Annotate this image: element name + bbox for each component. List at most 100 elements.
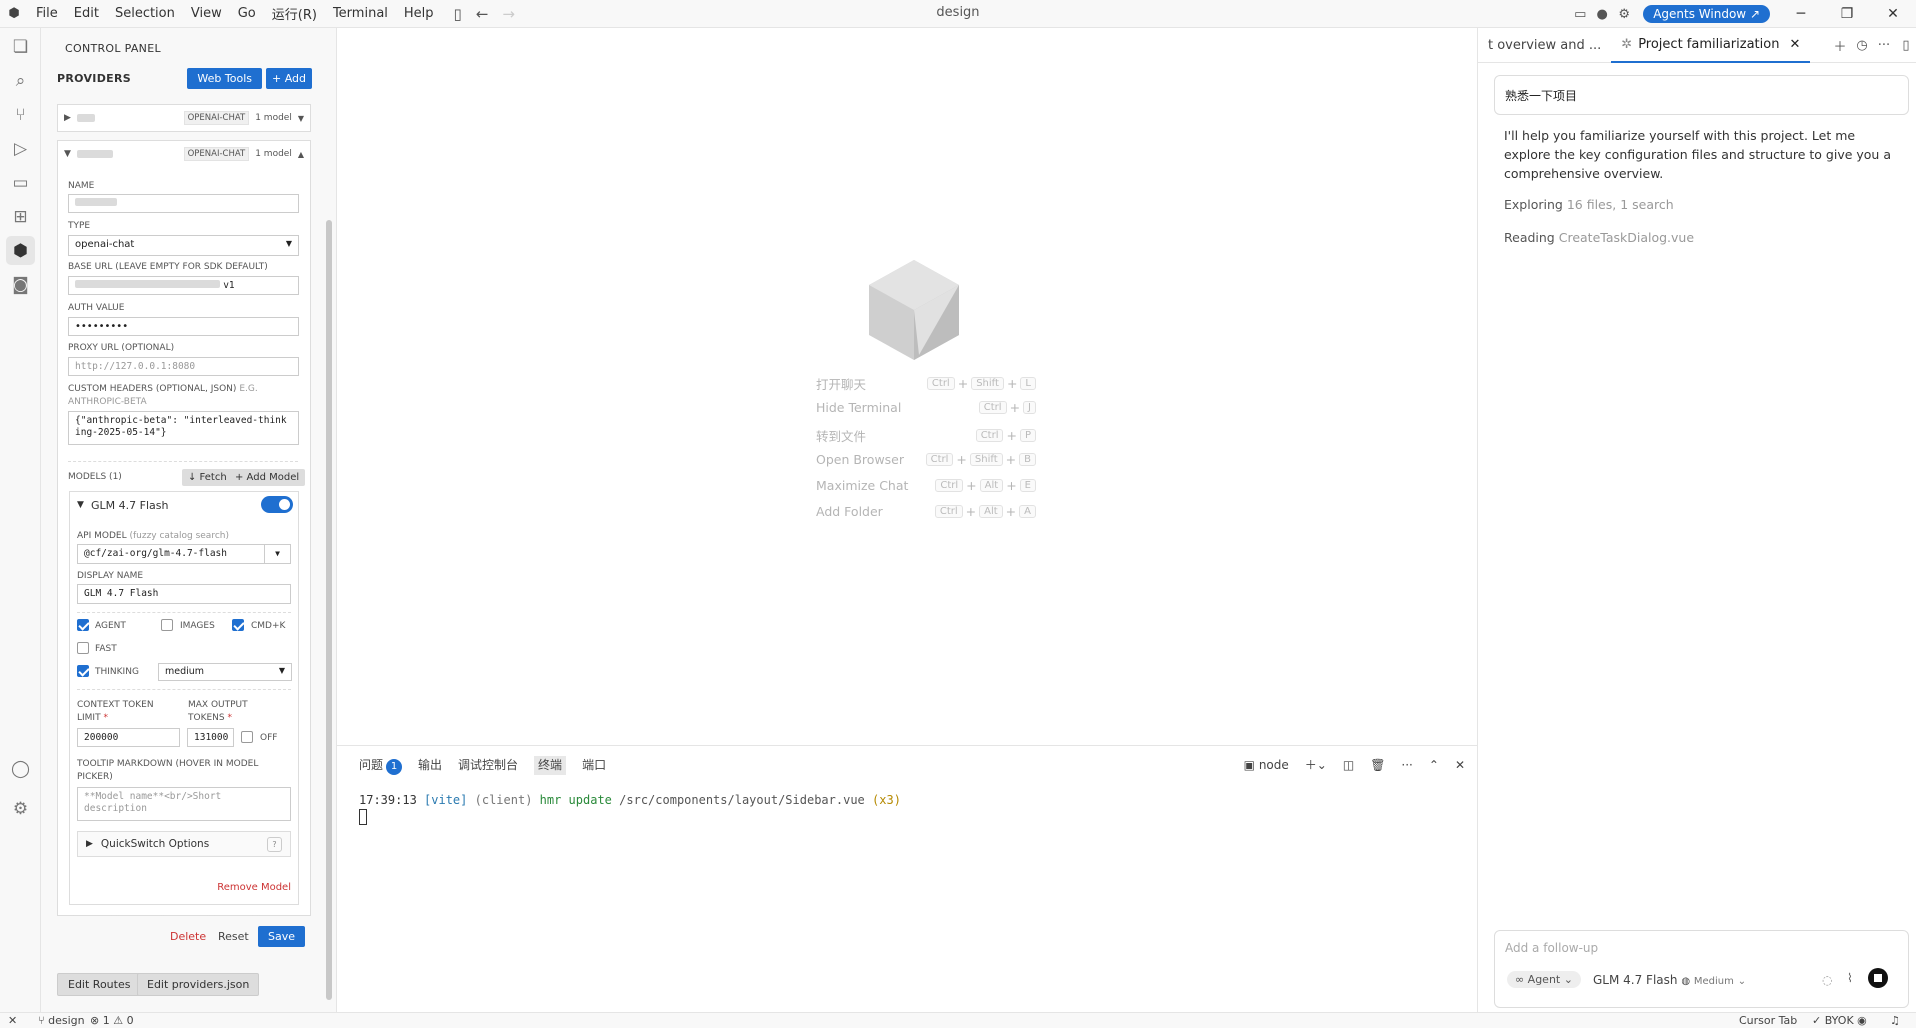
max-output-off-checkbox[interactable] <box>241 731 253 743</box>
remote-explorer-icon[interactable]: ▭ <box>6 168 35 197</box>
menu-go[interactable]: Go <box>230 6 264 21</box>
reset-button[interactable]: Reset <box>218 930 249 943</box>
fetch-models-button[interactable]: ↓ Fetch <box>182 469 233 486</box>
chevron-up-icon[interactable]: ▲ <box>298 150 304 159</box>
type-select[interactable]: openai-chat ▼ <box>68 235 299 256</box>
search-icon[interactable]: ⌕ <box>6 66 35 95</box>
panel-scrollbar[interactable] <box>325 60 333 1010</box>
menu-edit[interactable]: Edit <box>66 6 107 21</box>
api-model-dropdown-icon[interactable]: ▼ <box>264 545 290 563</box>
remove-model-link[interactable]: Remove Model <box>217 882 291 893</box>
chat-bubble-icon[interactable]: ● <box>1591 7 1613 22</box>
toggle-sidebar-icon[interactable]: ▯ <box>454 5 462 23</box>
new-chat-plus-icon[interactable]: ＋ <box>1829 36 1851 55</box>
thinking-select[interactable]: medium ▼ <box>158 663 292 681</box>
branch-indicator[interactable]: ⑂ design <box>38 1014 85 1027</box>
new-terminal-plus-icon[interactable]: ＋⌄ <box>1305 756 1327 773</box>
back-arrow-icon[interactable]: ← <box>476 5 489 23</box>
cmdk-checkbox[interactable] <box>232 619 244 631</box>
quickswitch-section[interactable]: ▶ QuickSwitch Options ? <box>77 831 291 857</box>
auth-field[interactable]: ••••••••• <box>68 317 299 336</box>
add-provider-button[interactable]: + Add <box>265 68 312 89</box>
menu-file[interactable]: File <box>28 6 66 21</box>
more-ellipsis-icon[interactable]: ··· <box>1873 38 1895 53</box>
cursor-tab-status[interactable]: Cursor Tab <box>1739 1014 1797 1027</box>
proxy-field[interactable]: http://127.0.0.1:8080 <box>68 357 299 376</box>
menu-selection[interactable]: Selection <box>107 6 183 21</box>
notifications-bell-icon[interactable]: ♫ <box>1890 1014 1900 1027</box>
context-limit-field[interactable]: 200000 <box>77 728 180 747</box>
tooltip-textarea[interactable]: **Model name**<br/>Short description <box>77 787 291 821</box>
follow-up-input[interactable]: Add a follow-up <box>1505 941 1598 955</box>
tab-output[interactable]: 输出 <box>418 756 442 775</box>
save-button[interactable]: Save <box>258 926 306 947</box>
menu-view[interactable]: View <box>183 6 230 21</box>
exploring-status[interactable]: Exploring 16 files, 1 search <box>1504 197 1674 212</box>
account-icon[interactable]: ◯ <box>6 754 35 783</box>
toggle-panel-icon[interactable]: ▯ <box>1895 38 1916 53</box>
control-panel-cube-icon[interactable]: ⬢ <box>6 236 35 265</box>
source-control-icon[interactable]: ⑂ <box>6 100 35 129</box>
menu-run[interactable]: 运行(R) <box>264 4 325 23</box>
chat-tab-overview[interactable]: t overview and ... <box>1478 28 1611 63</box>
attach-paperclip-icon[interactable]: ⌇ <box>1847 971 1853 985</box>
settings-gear-icon[interactable]: ⚙ <box>1613 7 1635 22</box>
layout-panel-icon[interactable]: ▭ <box>1569 7 1591 22</box>
robot-icon[interactable]: ◙ <box>6 270 35 299</box>
agents-window-button[interactable]: Agents Window ↗ <box>1643 5 1770 23</box>
more-ellipsis-icon[interactable]: ··· <box>1401 758 1412 772</box>
model-enabled-toggle[interactable] <box>261 496 293 513</box>
help-icon[interactable]: ? <box>267 836 282 852</box>
tab-ports[interactable]: 端口 <box>582 756 606 775</box>
problems-indicator[interactable]: ⊗ 1 ⚠ 0 <box>90 1014 134 1027</box>
edit-providers-json-button[interactable]: Edit providers.json <box>137 973 260 996</box>
provider-card-collapsed[interactable]: ▶ OPENAI-CHAT 1 model ▼ <box>57 104 311 132</box>
close-window-button[interactable]: ✕ <box>1870 6 1916 22</box>
add-model-button[interactable]: + Add Model <box>229 469 306 486</box>
agent-mode-selector[interactable]: ∞ Agent ⌄ <box>1507 971 1581 988</box>
chevron-down-icon[interactable]: ▼ <box>298 114 304 123</box>
history-clock-icon[interactable]: ◷ <box>1851 38 1873 53</box>
manage-gear-icon[interactable]: ⚙ <box>6 794 35 823</box>
thinking-checkbox[interactable] <box>77 665 89 677</box>
minimize-button[interactable]: ─ <box>1778 6 1824 22</box>
edit-routes-button[interactable]: Edit Routes <box>57 973 142 996</box>
extensions-icon[interactable]: ⊞ <box>6 202 35 231</box>
display-name-field[interactable]: GLM 4.7 Flash <box>77 584 291 604</box>
explorer-files-icon[interactable]: ❏ <box>6 32 35 61</box>
terminal-shell-selector[interactable]: ▣ node <box>1244 758 1289 772</box>
menu-terminal[interactable]: Terminal <box>325 6 396 21</box>
byok-status[interactable]: ✓ BYOK ◉ <box>1812 1014 1867 1027</box>
delete-provider-button[interactable]: Delete <box>170 930 206 943</box>
model-selector[interactable]: GLM 4.7 Flash ◍ Medium ⌄ <box>1593 973 1746 987</box>
chat-tab-project[interactable]: ✲ Project familiarization ✕ <box>1611 27 1811 63</box>
agent-checkbox[interactable] <box>77 619 89 631</box>
close-tab-icon[interactable]: ✕ <box>1789 37 1800 52</box>
expand-down-icon[interactable]: ▼ <box>64 149 71 159</box>
run-debug-icon[interactable]: ▷ <box>6 134 35 163</box>
api-model-field[interactable]: @cf/zai-org/glm-4.7-flash ▼ <box>77 544 291 564</box>
close-panel-icon[interactable]: ✕ <box>1455 758 1465 772</box>
name-field[interactable] <box>68 194 299 213</box>
tab-problems[interactable]: 问题 1 <box>359 756 403 775</box>
max-output-field[interactable]: 131000 <box>187 728 234 747</box>
tab-debug-console[interactable]: 调试控制台 <box>458 756 518 775</box>
forward-arrow-icon[interactable]: → <box>502 5 515 23</box>
split-terminal-icon[interactable]: ◫ <box>1343 758 1354 772</box>
stop-button[interactable] <box>1868 968 1888 988</box>
headers-textarea[interactable]: {"anthropic-beta": "interleaved-thinking… <box>68 411 299 445</box>
expand-right-icon[interactable]: ▶ <box>64 113 71 123</box>
menu-help[interactable]: Help <box>396 6 442 21</box>
images-checkbox[interactable] <box>161 619 173 631</box>
tab-terminal[interactable]: 终端 <box>534 756 567 775</box>
remote-icon[interactable]: ✕ <box>8 1014 17 1027</box>
base-url-field[interactable]: v1 <box>68 276 299 295</box>
trash-icon[interactable]: 🗑 <box>1370 758 1385 772</box>
web-tools-button[interactable]: Web Tools <box>187 68 262 89</box>
collapse-down-icon[interactable]: ▼ <box>77 500 84 510</box>
restore-button[interactable]: ❐ <box>1824 6 1870 22</box>
reading-status[interactable]: Reading CreateTaskDialog.vue <box>1504 230 1694 245</box>
fast-checkbox[interactable] <box>77 642 89 654</box>
maximize-panel-chevron-icon[interactable]: ⌃ <box>1429 758 1439 772</box>
scrollbar-thumb[interactable] <box>326 220 332 1000</box>
